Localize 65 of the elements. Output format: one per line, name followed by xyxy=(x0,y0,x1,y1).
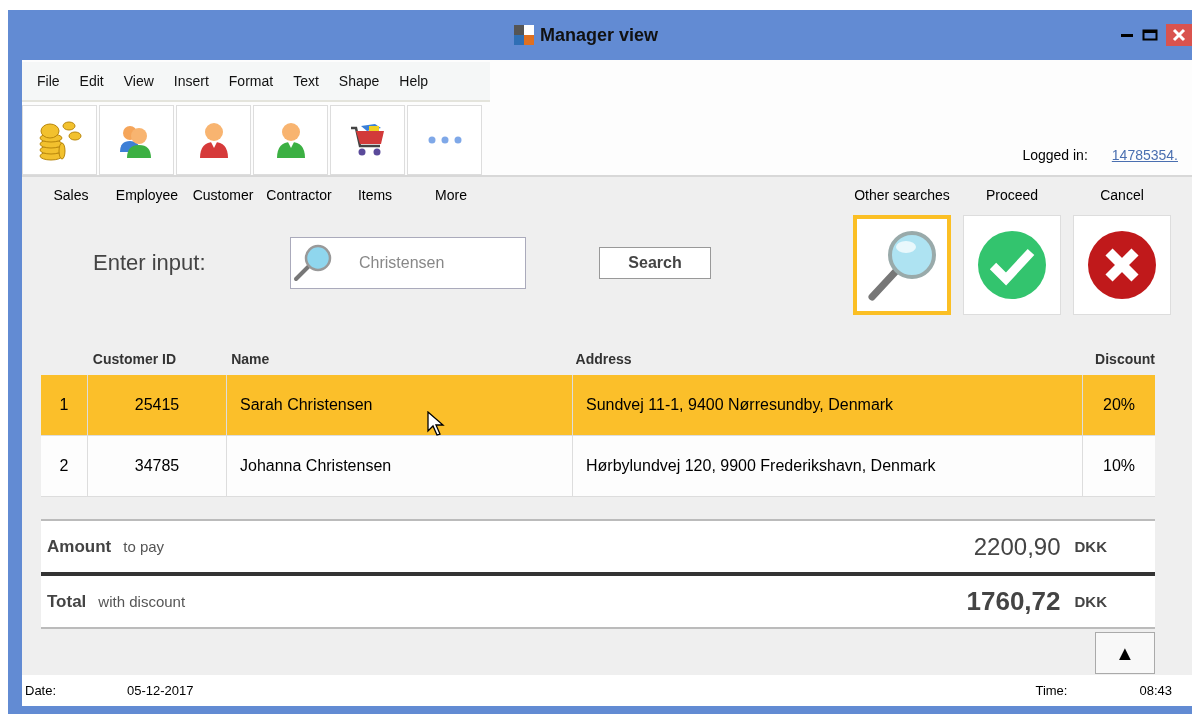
search-field[interactable]: Christensen xyxy=(290,237,526,289)
shopping-cart-icon xyxy=(348,122,387,158)
table-cell-text: 10% xyxy=(1102,456,1136,476)
table-cell: 2 xyxy=(41,436,88,496)
table-cell: Johanna Christensen xyxy=(227,436,573,496)
user-link[interactable]: 14785354. xyxy=(1111,147,1178,163)
time-label: Time: xyxy=(1035,683,1068,698)
mouse-cursor-icon xyxy=(427,411,445,437)
toolbar-button[interactable] xyxy=(99,105,174,175)
table-cell: Hørbylundvej 120, 9900 Frederikshavn, Denmark xyxy=(573,436,1083,496)
action-label: Cancel xyxy=(1100,187,1144,203)
column-header: Name xyxy=(231,351,271,367)
toolbar-label[interactable]: Sales xyxy=(33,187,109,203)
currency-label: DKK xyxy=(1074,538,1107,555)
menu-item[interactable]: Help xyxy=(399,73,429,89)
menu-item[interactable]: Edit xyxy=(79,73,104,89)
toolbar-button[interactable] xyxy=(176,105,251,175)
column-header: Address xyxy=(575,351,633,367)
menu-item[interactable]: Text xyxy=(293,73,319,89)
table-cell: Sundvej 11-1, 9400 Nørresundby, Denmark xyxy=(573,375,1083,435)
menu-item[interactable]: View xyxy=(123,73,154,89)
action-label: Proceed xyxy=(985,187,1039,203)
table-cell-text: 20% xyxy=(1102,395,1136,415)
menu-item[interactable]: Insert xyxy=(173,73,209,89)
app-logo-icon xyxy=(513,25,534,45)
close-button[interactable] xyxy=(1166,24,1192,46)
window-title: Manager view xyxy=(539,24,658,46)
menu-item[interactable]: Format xyxy=(228,73,274,89)
logged-in-label: Logged in: xyxy=(1022,147,1088,163)
currency-label: DKK xyxy=(1074,593,1107,610)
table-row[interactable]: 2 34785 Johanna Christensen Hørbylundvej 120, 9900 Frederikshavn, Denmark 10% xyxy=(41,436,1155,497)
total-value: 1760,72 xyxy=(966,586,1061,617)
search-button[interactable]: Search xyxy=(599,247,711,279)
close-icon xyxy=(1172,28,1186,42)
total-note: to pay xyxy=(123,538,166,555)
table-cell: 34785 xyxy=(88,436,227,496)
table-cell: 25415 xyxy=(88,375,227,435)
menu-item[interactable]: File xyxy=(37,73,60,89)
cancel-button[interactable] xyxy=(1073,215,1171,315)
date-value: 05-12-2017 xyxy=(127,683,194,698)
column-header: Customer ID xyxy=(91,351,177,367)
maximize-icon[interactable] xyxy=(1142,28,1158,42)
more-icon xyxy=(426,135,463,145)
menu-item[interactable]: Shape xyxy=(338,73,380,89)
time-value: 08:43 xyxy=(1139,683,1172,698)
table-row[interactable]: 1 25415 Sarah Christensen Sundvej 11-1, 9400 Nørresundby, Denmark 20% xyxy=(41,375,1155,436)
toolbar-label[interactable]: Items xyxy=(337,187,413,203)
search-button[interactable] xyxy=(853,215,951,315)
scroll-up-button[interactable]: ▲ xyxy=(1095,632,1155,674)
toolbar-label[interactable]: Customer xyxy=(185,187,261,203)
action-label: Other searches xyxy=(854,187,950,203)
coins-icon xyxy=(36,118,83,162)
total-label: Total xyxy=(47,591,87,612)
toolbar-label[interactable]: Employee xyxy=(109,187,185,203)
toolbar-label[interactable]: More xyxy=(413,187,489,203)
total-value: 2200,90 xyxy=(973,532,1061,561)
proceed-button[interactable] xyxy=(963,215,1061,315)
column-header: Discount xyxy=(1094,351,1155,367)
total-note: with discount xyxy=(98,593,187,610)
table-cell: 1 xyxy=(41,375,88,435)
toolbar-button[interactable] xyxy=(330,105,405,175)
toolbar-label[interactable]: Contractor xyxy=(261,187,337,203)
total-label: Amount xyxy=(47,536,112,557)
input-label: Enter input: xyxy=(93,250,207,276)
date-label: Date: xyxy=(25,683,58,698)
